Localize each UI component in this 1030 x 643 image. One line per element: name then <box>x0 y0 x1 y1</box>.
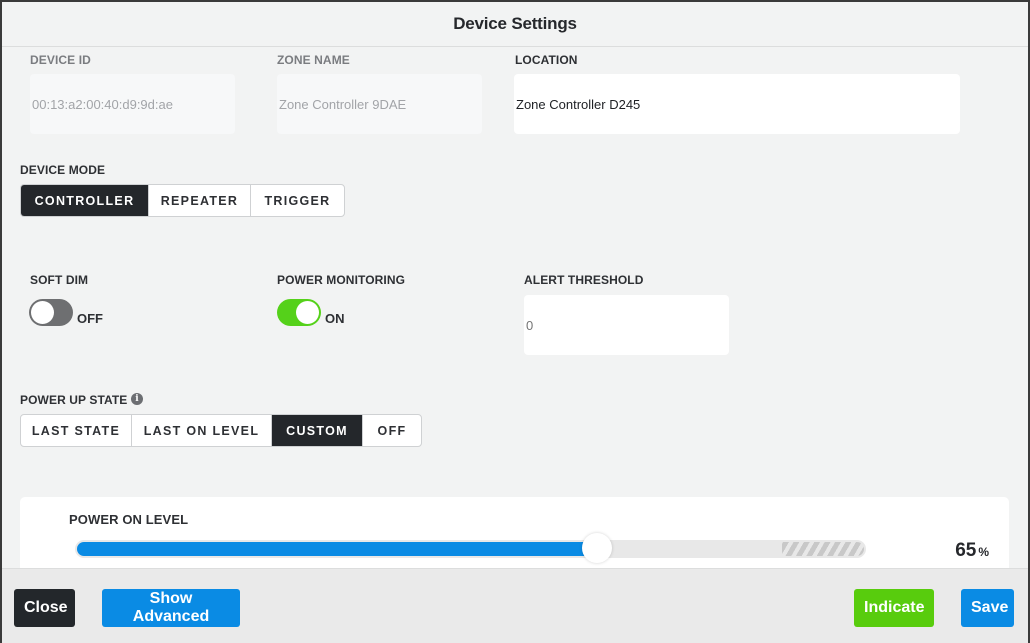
modal-title: Device Settings <box>453 14 577 33</box>
zone-name-label: ZONE NAME <box>277 53 350 67</box>
slider-restricted-range <box>782 542 864 556</box>
toggle-knob <box>296 301 319 324</box>
zone-name-field: Zone Controller 9DAE <box>277 74 482 134</box>
device-mode-controller[interactable]: CONTROLLER <box>21 185 149 216</box>
power-monitoring-toggle[interactable] <box>277 299 321 326</box>
info-icon[interactable]: i <box>131 393 143 405</box>
device-mode-trigger[interactable]: TRIGGER <box>251 185 344 216</box>
power-monitoring-label: POWER MONITORING <box>277 273 406 287</box>
slider-fill <box>77 542 597 556</box>
device-settings-modal: Device Settings DEVICE ID 00:13:a2:00:40… <box>2 2 1028 643</box>
alert-threshold-input[interactable] <box>524 295 729 355</box>
indicate-button[interactable]: Indicate <box>854 589 934 627</box>
device-id-field: 00:13:a2:00:40:d9:9d:ae <box>30 74 235 134</box>
power-up-off[interactable]: OFF <box>363 415 421 446</box>
save-button[interactable]: Save <box>961 589 1014 627</box>
power-on-level-unit: % <box>978 545 989 559</box>
power-on-level-number: 65 <box>955 540 977 561</box>
modal-header: Device Settings <box>2 2 1028 47</box>
soft-dim-toggle[interactable] <box>29 299 73 326</box>
power-on-level-label: POWER ON LEVEL <box>69 512 189 527</box>
location-label: LOCATION <box>515 53 578 67</box>
power-up-last-on-level[interactable]: LAST ON LEVEL <box>132 415 272 446</box>
toggle-knob <box>31 301 54 324</box>
soft-dim-label: SOFT DIM <box>30 273 89 287</box>
device-mode-repeater[interactable]: REPEATER <box>149 185 251 216</box>
power-up-state-label: POWER UP STATE <box>20 393 128 407</box>
power-up-state-segmented: LAST STATE LAST ON LEVEL CUSTOM OFF <box>20 414 422 447</box>
modal-footer: Close Show Advanced Indicate Save <box>2 568 1028 643</box>
alert-threshold-label: ALERT THRESHOLD <box>524 273 644 287</box>
device-id-label: DEVICE ID <box>30 53 91 67</box>
zone-name-value: Zone Controller 9DAE <box>279 96 407 112</box>
device-mode-label: DEVICE MODE <box>20 163 106 177</box>
power-up-custom[interactable]: CUSTOM <box>272 415 363 446</box>
device-id-value: 00:13:a2:00:40:d9:9d:ae <box>32 96 173 112</box>
power-on-level-slider-track[interactable] <box>75 540 866 558</box>
power-monitoring-state: ON <box>325 311 345 326</box>
power-up-last-state[interactable]: LAST STATE <box>21 415 132 446</box>
show-advanced-button[interactable]: Show Advanced <box>102 589 240 627</box>
location-input[interactable] <box>514 74 960 134</box>
close-button[interactable]: Close <box>14 589 75 627</box>
power-on-level-slider-handle[interactable] <box>582 533 612 563</box>
power-on-level-value: 65% <box>955 540 989 562</box>
soft-dim-state: OFF <box>77 311 103 326</box>
device-mode-segmented: CONTROLLER REPEATER TRIGGER <box>20 184 345 217</box>
